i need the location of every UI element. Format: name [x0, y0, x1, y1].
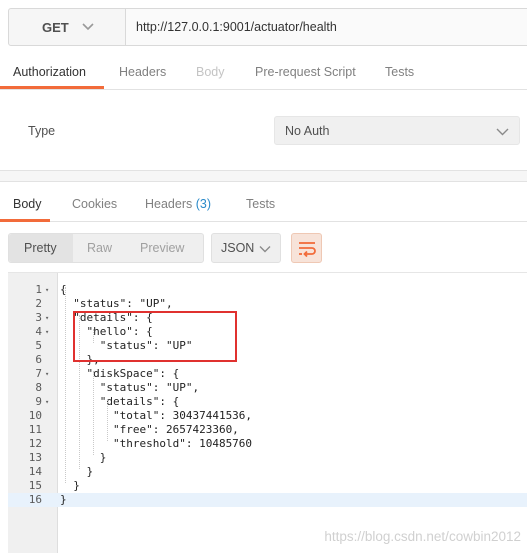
url-input[interactable]: http://127.0.0.1:9001/actuator/health — [125, 8, 527, 46]
chevron-down-icon — [82, 23, 94, 31]
auth-type-select[interactable]: No Auth — [274, 116, 520, 145]
tab-headers[interactable]: Headers — [119, 65, 166, 79]
line-number: 2 — [35, 297, 42, 310]
headers-count: (3) — [195, 197, 212, 211]
fold-toggle-icon[interactable]: ▾ — [45, 395, 53, 409]
line-number: 12 — [28, 437, 42, 450]
fold-toggle-icon[interactable]: ▾ — [45, 325, 53, 339]
code-text: "diskSpace": { — [60, 367, 180, 380]
code-line: 16} — [8, 493, 527, 507]
tab-pre-request-script[interactable]: Pre-request Script — [255, 65, 356, 79]
wrap-icon — [299, 242, 316, 258]
fold-toggle-icon[interactable]: ▾ — [45, 311, 53, 325]
annotation-highlight-box — [73, 311, 237, 362]
line-number: 11 — [28, 423, 42, 436]
code-text: "threshold": 10485760 — [60, 437, 253, 450]
method-label: GET — [42, 19, 69, 35]
chevron-down-icon — [496, 128, 509, 136]
line-number: 8 — [35, 381, 42, 394]
code-line: 7 ▾ "diskSpace": { — [8, 367, 527, 381]
code-line: 15 } — [8, 479, 527, 493]
tab-response-headers[interactable]: Headers (3) — [145, 197, 211, 211]
section-divider — [0, 170, 527, 182]
code-line: 8 "status": "UP", — [8, 381, 527, 395]
method-select[interactable]: GET — [8, 8, 126, 46]
tab-body[interactable]: Body — [196, 65, 225, 79]
format-select[interactable]: JSON — [211, 233, 281, 263]
format-value: JSON — [221, 241, 255, 255]
line-number: 6 — [35, 353, 42, 366]
fold-toggle-icon[interactable]: ▾ — [45, 367, 53, 381]
auth-type-value: No Auth — [285, 123, 330, 138]
pretty-button[interactable]: Pretty — [24, 241, 57, 255]
auth-type-label: Type — [28, 124, 56, 138]
tab-tests[interactable]: Tests — [385, 65, 414, 79]
code-text: } — [60, 479, 80, 492]
code-line: 2 "status": "UP", — [8, 297, 527, 311]
line-number: 14 — [28, 465, 42, 478]
line-number: 1 — [35, 283, 42, 296]
tab-authorization[interactable]: Authorization — [13, 65, 86, 79]
active-tab-indicator — [0, 86, 104, 89]
code-text: "total": 30437441536, — [60, 409, 253, 422]
code-text: "status": "UP", — [60, 381, 200, 394]
response-tabs: Body Cookies Headers (3) Tests — [0, 182, 527, 222]
tab-response-tests[interactable]: Tests — [246, 197, 275, 211]
code-text: "free": 2657423360, — [60, 423, 239, 436]
code-line: 12 "threshold": 10485760 — [8, 437, 527, 451]
line-number: 10 — [28, 409, 42, 422]
url-text: http://127.0.0.1:9001/actuator/health — [136, 20, 337, 34]
fold-toggle-icon[interactable]: ▾ — [45, 283, 53, 297]
watermark: https://blog.csdn.net/cowbin2012 — [324, 529, 521, 544]
code-text: "status": "UP", — [60, 297, 173, 310]
raw-button[interactable]: Raw — [87, 241, 112, 255]
code-line: 14 } — [8, 465, 527, 479]
code-text: "details": { — [60, 395, 180, 408]
preview-button[interactable]: Preview — [140, 241, 184, 255]
tab-cookies[interactable]: Cookies — [72, 197, 117, 211]
line-number: 15 — [28, 479, 42, 492]
code-line: 1 ▾{ — [8, 283, 527, 297]
indent-guide — [93, 371, 94, 455]
tab-response-body[interactable]: Body — [13, 197, 42, 211]
code-line: 10 "total": 30437441536, — [8, 409, 527, 423]
code-text: } — [60, 493, 67, 506]
line-number: 5 — [35, 339, 42, 352]
active-tab-indicator — [0, 219, 50, 222]
line-number: 16 — [28, 493, 42, 506]
code-text: } — [60, 451, 107, 464]
indent-guide — [65, 287, 66, 483]
wrap-lines-button[interactable] — [291, 233, 322, 263]
code-line: 11 "free": 2657423360, — [8, 423, 527, 437]
code-line: 13 } — [8, 451, 527, 465]
chevron-down-icon — [259, 246, 271, 253]
line-number: 3 — [35, 311, 42, 324]
line-number: 13 — [28, 451, 42, 464]
line-number: 4 — [35, 325, 42, 338]
tab-response-headers-label: Headers — [145, 197, 193, 211]
request-tabs: Authorization Headers Body Pre-request S… — [0, 56, 527, 90]
line-number: 9 — [35, 395, 42, 408]
indent-guide — [107, 399, 108, 441]
line-number: 7 — [35, 367, 42, 380]
view-mode-group: Pretty Raw Preview — [8, 233, 204, 263]
code-line: 9 ▾ "details": { — [8, 395, 527, 409]
